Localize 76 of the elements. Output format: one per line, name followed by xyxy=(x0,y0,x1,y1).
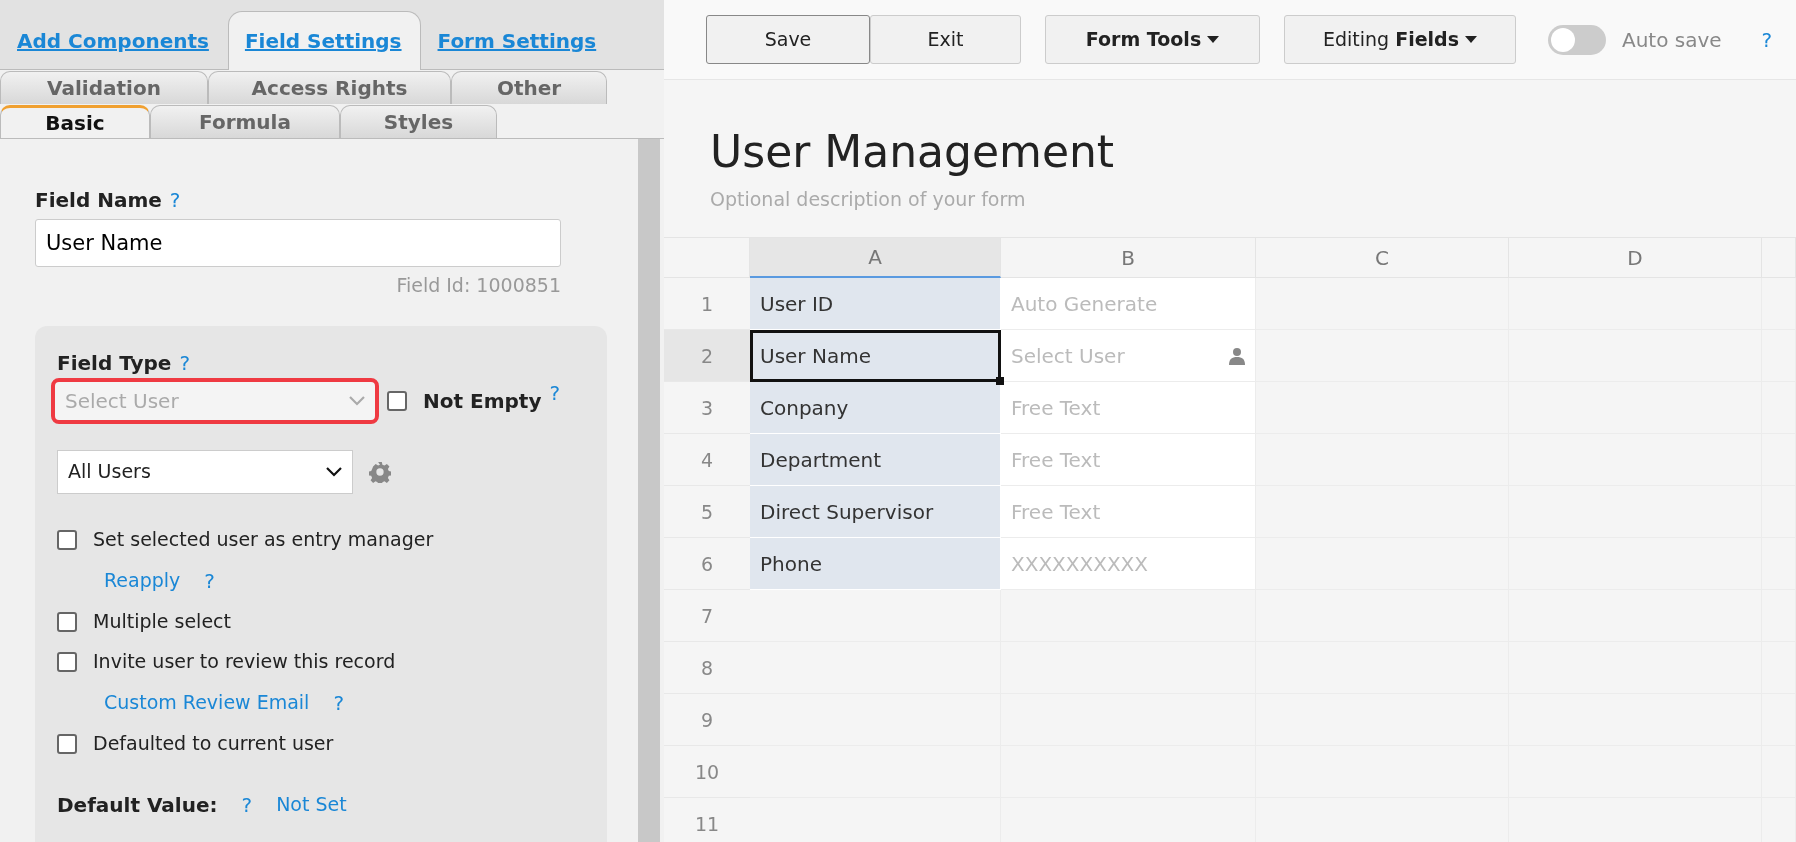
help-icon[interactable]: ? xyxy=(549,377,561,408)
grid-cell[interactable]: User Name xyxy=(750,330,1001,383)
grid-cell[interactable]: Conpany xyxy=(750,382,1001,435)
row-number[interactable]: 2 xyxy=(664,330,750,383)
settings-tab[interactable]: Basic xyxy=(0,105,150,138)
checkbox[interactable] xyxy=(57,529,77,550)
row-number[interactable]: 11 xyxy=(664,798,750,842)
grid-cell[interactable] xyxy=(1001,590,1256,643)
grid-cell[interactable]: Free Text xyxy=(1001,486,1256,539)
link[interactable]: Not Set xyxy=(276,790,347,819)
grid-cell[interactable]: Select User xyxy=(1001,330,1256,383)
settings-tab[interactable]: Styles xyxy=(340,105,497,138)
column-header[interactable]: B xyxy=(1001,238,1256,279)
grid-cell[interactable]: Phone xyxy=(750,538,1001,591)
link[interactable]: Custom Review Email xyxy=(104,688,310,717)
scrollbar[interactable] xyxy=(638,139,660,842)
grid-cell[interactable]: Department xyxy=(750,434,1001,487)
dropdown-button[interactable]: Editing Fields xyxy=(1284,15,1516,64)
settings-tab[interactable]: Validation xyxy=(0,71,208,104)
caret-icon xyxy=(1207,35,1220,44)
checkbox[interactable] xyxy=(57,611,77,632)
help-icon[interactable]: ? xyxy=(241,789,253,820)
checkbox-label: Defaulted to current user xyxy=(93,731,334,757)
field-id-text: Field Id: 1000851 xyxy=(395,273,561,298)
text-input[interactable]: User Name xyxy=(35,219,561,267)
grid-cell[interactable]: XXXXXXXXXX xyxy=(1001,538,1256,591)
toggle-switch[interactable] xyxy=(1548,24,1606,55)
form-title: User Management xyxy=(710,126,1116,179)
help-icon[interactable]: ? xyxy=(204,565,215,596)
person-icon xyxy=(1229,346,1245,365)
help-icon[interactable]: ? xyxy=(179,347,191,378)
grid-cell[interactable]: Auto Generate xyxy=(1001,278,1256,331)
checkbox[interactable] xyxy=(387,390,407,411)
field-label: Default Value: xyxy=(57,791,218,819)
checkbox[interactable] xyxy=(57,733,77,754)
help-icon[interactable]: ? xyxy=(333,687,344,718)
help-icon[interactable]: ? xyxy=(1761,24,1773,55)
type-dropdown[interactable]: Select User xyxy=(51,377,379,424)
checkbox-label: Invite user to review this record xyxy=(93,649,396,675)
link[interactable]: Reapply xyxy=(104,566,181,595)
column-header[interactable]: C xyxy=(1256,238,1509,279)
row-number[interactable]: 8 xyxy=(664,642,750,695)
grid-cell[interactable]: Free Text xyxy=(1001,382,1256,435)
field-label: Field Name xyxy=(35,187,162,214)
help-icon[interactable]: ? xyxy=(169,185,181,215)
column-header[interactable]: A xyxy=(750,238,1001,279)
dropdown-button[interactable]: Form Tools xyxy=(1045,15,1260,64)
checkbox[interactable] xyxy=(57,651,77,672)
form-description: Optional description of your form xyxy=(710,186,1027,212)
toggle-label: Auto save xyxy=(1622,26,1722,54)
chevron-down-icon xyxy=(326,466,342,477)
checkbox-label: Not Empty xyxy=(423,387,542,415)
settings-icon[interactable] xyxy=(369,460,391,483)
row-number[interactable]: 9 xyxy=(664,694,750,747)
grid-cell[interactable] xyxy=(1256,278,1509,331)
scope-dropdown[interactable]: All Users xyxy=(57,449,353,494)
panel-tab[interactable]: Add Components xyxy=(0,11,228,70)
settings-tab[interactable]: Access Rights xyxy=(208,71,451,104)
checkbox-label: Multiple select xyxy=(93,609,231,635)
settings-tab[interactable]: Formula xyxy=(150,105,340,138)
checkbox-label: Set selected user as entry manager xyxy=(93,527,434,553)
toolbar-button[interactable]: Save xyxy=(706,15,870,64)
chevron-down-icon xyxy=(349,395,365,406)
field-label: Field Type xyxy=(57,349,172,377)
column-header[interactable]: D xyxy=(1509,238,1762,279)
grid-cell[interactable] xyxy=(750,590,1001,643)
grid-cell[interactable]: Direct Supervisor xyxy=(750,486,1001,539)
row-number[interactable]: 7 xyxy=(664,590,750,643)
grid-cell[interactable]: User ID xyxy=(750,278,1001,331)
grid-cell[interactable]: Free Text xyxy=(1001,434,1256,487)
caret-icon xyxy=(1465,35,1477,44)
settings-tab[interactable]: Other xyxy=(451,71,607,104)
row-number[interactable]: 10 xyxy=(664,746,750,799)
toolbar-button[interactable]: Exit xyxy=(870,15,1021,64)
panel-tab[interactable]: Form Settings xyxy=(420,11,616,70)
panel-tab[interactable]: Field Settings xyxy=(227,11,421,70)
